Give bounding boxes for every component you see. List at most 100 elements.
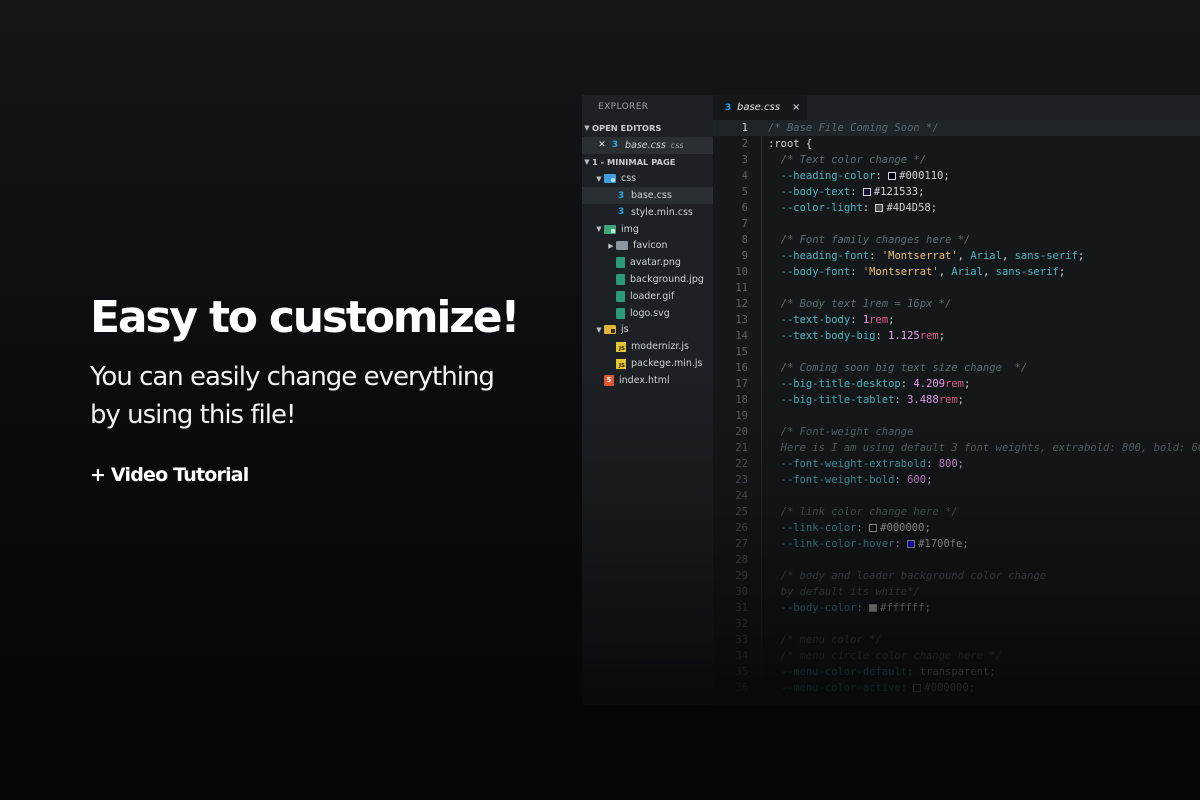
code-line: 25 /* link color change here */ (713, 504, 1200, 520)
code-token: , (1001, 250, 1015, 262)
tab-base-css[interactable]: 3 base.css × (713, 95, 807, 120)
tree-file[interactable]: avatar.png (582, 254, 713, 271)
code-token: : (894, 474, 908, 486)
line-text: /* Font-weight change (748, 424, 914, 440)
tree-item-label: favicon (633, 240, 668, 252)
subtitle-line-2: by using this file! (90, 400, 296, 430)
code-token: : (894, 538, 908, 550)
tree-file[interactable]: JS packege.min.js (582, 355, 713, 372)
code-token: --big-title-desktop (768, 378, 901, 390)
open-editors-section[interactable]: ▼ OPEN EDITORS (582, 120, 713, 137)
code-token: /* link color change here */ (768, 506, 958, 518)
line-number: 30 (735, 586, 748, 598)
color-swatch-icon[interactable] (907, 540, 916, 548)
line-number: 18 (735, 394, 748, 406)
tree-file[interactable]: loader.gif (582, 288, 713, 305)
tree-file[interactable]: JS modernizr.js (582, 338, 713, 355)
caret-down-icon: ▼ (596, 325, 602, 334)
color-swatch-icon[interactable] (862, 188, 871, 196)
line-number: 5 (741, 186, 748, 198)
code-token: --font-weight-extrabold (768, 458, 927, 470)
code-token: : (850, 186, 863, 198)
tree-file[interactable]: background.jpg (582, 271, 713, 288)
color-swatch-icon[interactable] (913, 684, 922, 692)
line-text: Here is I am using default 3 font weight… (748, 440, 1200, 456)
line-text: --body-font: 'Montserrat', Arial, sans-s… (748, 264, 1066, 280)
code-token: #ffffff (880, 602, 925, 614)
tree-file[interactable]: 5 index.html (582, 372, 713, 389)
tree-item-label: modernizr.js (631, 341, 689, 353)
code-token: #000110 (899, 170, 944, 182)
code-line: 13 --text-body: 1rem; (713, 312, 1200, 328)
open-editor-item[interactable]: ✕ 3 base.css css (582, 136, 713, 154)
code-line: 34 /* menu circle color change here */ (713, 648, 1200, 664)
tree-folder[interactable]: ▶ favicon (582, 238, 713, 255)
line-number: 3 (741, 154, 748, 166)
tree-file[interactable]: 3 base.css (582, 187, 713, 204)
line-text (748, 344, 768, 360)
color-swatch-icon[interactable] (869, 604, 878, 612)
line-text: /* menu circle color change here */ (748, 648, 1002, 664)
code-token: sans-serif (1014, 250, 1078, 262)
color-swatch-icon[interactable] (869, 524, 878, 532)
line-text (748, 488, 768, 504)
code-token: : (850, 314, 863, 326)
tree-item-label: js (621, 324, 629, 336)
line-text: --font-weight-extrabold: 800; (748, 456, 964, 472)
code-token: 600 (907, 474, 927, 486)
close-icon[interactable]: ✕ (596, 140, 608, 150)
tab-close-icon[interactable]: × (792, 102, 800, 113)
line-text: --big-title-desktop: 4.209rem; (748, 376, 971, 392)
line-number: 26 (735, 522, 748, 534)
line-text (748, 616, 768, 632)
tree-file[interactable]: 3 style.min.css (582, 204, 713, 221)
caret-right-icon: ▶ (608, 241, 614, 250)
line-number: 33 (735, 634, 748, 646)
code-line: 33 /* menu color */ (713, 632, 1200, 648)
code-line: 16 /* Coming soon big text size change *… (713, 360, 1200, 376)
line-text: --color-light: #4D4D58; (748, 200, 937, 216)
tree-folder[interactable]: ▼ css (582, 170, 713, 187)
line-number: 28 (735, 554, 748, 566)
code-token: --body-color (768, 602, 857, 614)
code-token: by default its white*/ (768, 586, 920, 598)
code-line: 26 --link-color: #000000; (713, 520, 1200, 536)
project-section[interactable]: ▼ 1 - MINIMAL PAGE (582, 154, 713, 171)
code-token: : transparent; (907, 666, 996, 678)
line-number: 1 (741, 122, 748, 134)
code-token: , (938, 266, 952, 278)
tree-file[interactable]: logo.svg (582, 305, 713, 322)
tree-folder[interactable]: ▼ img (582, 221, 713, 238)
code-token: : (850, 266, 863, 278)
line-number: 15 (735, 346, 748, 358)
tree-folder[interactable]: ▼ js (582, 322, 713, 339)
tree-item-label: loader.gif (630, 290, 675, 302)
caret-down-icon: ▼ (596, 225, 602, 234)
line-number: 36 (735, 682, 748, 694)
line-text: --menu-color-active: #000000; (748, 680, 975, 696)
code-area[interactable]: 1 /* Base File Coming Soon */ 2:root {3 /*… (713, 120, 1200, 696)
code-token: /* Base File Coming Soon */ (768, 122, 939, 134)
code-token: : (875, 170, 889, 182)
folder-green-icon (604, 224, 616, 234)
line-text: :root { (748, 136, 812, 152)
tree-item-label: img (621, 223, 639, 235)
code-token: ; (924, 602, 931, 614)
css-file-icon: 3 (617, 190, 625, 201)
line-text: --link-color: #000000; (748, 520, 931, 536)
line-text: --heading-font: 'Montserrat', Arial, san… (748, 248, 1085, 264)
code-token: --link-color (768, 522, 857, 534)
line-number: 34 (735, 650, 748, 662)
color-swatch-icon[interactable] (888, 172, 897, 180)
code-token: : (875, 330, 889, 342)
color-swatch-icon[interactable] (875, 204, 884, 212)
code-line: 11 (713, 280, 1200, 296)
code-token: ; (962, 538, 969, 550)
explorer-title: EXPLORER (598, 102, 649, 112)
code-line: 19 (713, 408, 1200, 424)
tab-label: base.css (737, 102, 780, 113)
js-file-icon: JS (616, 341, 626, 352)
line-number: 25 (735, 506, 748, 518)
code-token: : (900, 378, 914, 390)
line-number: 24 (735, 490, 748, 502)
